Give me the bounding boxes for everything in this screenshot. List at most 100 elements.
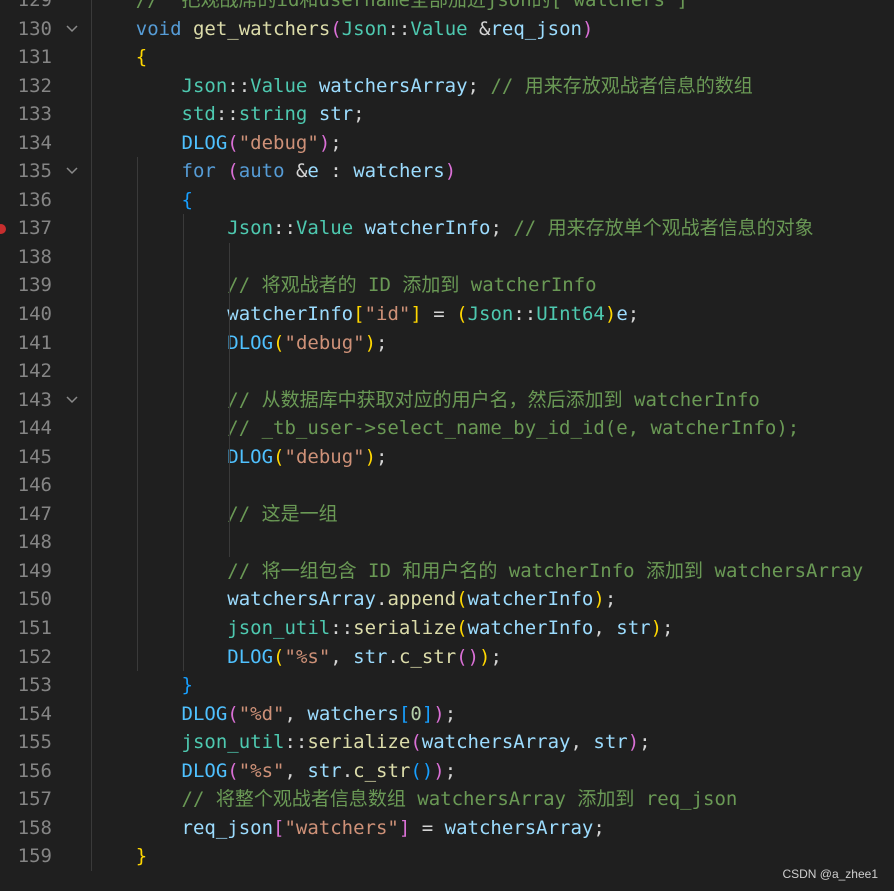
code-token: str bbox=[318, 103, 354, 126]
code-line[interactable]: 131 { bbox=[0, 43, 894, 72]
code-token: ) bbox=[433, 702, 445, 725]
code-token: "debug" bbox=[238, 131, 319, 154]
code-token: ] bbox=[398, 816, 411, 839]
code-line[interactable]: 158 req_json["watchers"] = watchersArray… bbox=[0, 814, 894, 843]
code-token: :: bbox=[387, 17, 411, 40]
code-text: } bbox=[90, 671, 193, 700]
code-token: Value bbox=[295, 217, 354, 240]
code-text: for (auto &e : watchers) bbox=[90, 157, 457, 186]
code-token: ; bbox=[376, 331, 388, 354]
code-token: ] bbox=[421, 702, 434, 725]
code-line[interactable]: 148 bbox=[0, 528, 894, 557]
code-editor[interactable]: 129 // 把观战席的id和username全部加进json的["watche… bbox=[0, 0, 894, 871]
chevron-down-icon[interactable] bbox=[62, 15, 82, 43]
code-text: DLOG("debug"); bbox=[90, 329, 387, 358]
code-line[interactable]: 129 // 把观战席的id和username全部加进json的["watche… bbox=[0, 0, 894, 15]
code-line[interactable]: 132 Json::Value watchersArray; // 用来存放观战… bbox=[0, 72, 894, 101]
code-line[interactable]: 130 void get_watchers(Json::Value &req_j… bbox=[0, 15, 894, 44]
code-line[interactable]: 152 DLOG("%s", str.c_str()); bbox=[0, 643, 894, 672]
code-line[interactable]: 157 // 将整个观战者信息数组 watchersArray 添加到 req_… bbox=[0, 785, 894, 814]
code-token: "watchers" bbox=[284, 816, 399, 839]
code-line[interactable]: 146 bbox=[0, 471, 894, 500]
code-line[interactable]: 159 } bbox=[0, 842, 894, 871]
code-token: // 将一组包含 ID 和用户名的 watcherInfo 添加到 watche… bbox=[227, 559, 864, 582]
code-line[interactable]: 151 json_util::serialize(watcherInfo, st… bbox=[0, 614, 894, 643]
code-token: DLOG bbox=[181, 759, 228, 782]
code-line[interactable]: 143 // 从数据库中获取对应的用户名，然后添加到 watcherInfo bbox=[0, 386, 894, 415]
line-number: 154 bbox=[17, 702, 52, 725]
code-line[interactable]: 137 Json::Value watcherInfo; // 用来存放单个观战… bbox=[0, 214, 894, 243]
code-line[interactable]: 150 watchersArray.append(watcherInfo); bbox=[0, 585, 894, 614]
code-text: } bbox=[90, 842, 147, 871]
line-number: 132 bbox=[17, 74, 52, 97]
code-line[interactable]: 145 DLOG("debug"); bbox=[0, 443, 894, 472]
chevron-down-icon[interactable] bbox=[62, 157, 82, 185]
code-token: Value bbox=[410, 17, 468, 40]
line-number: 145 bbox=[17, 445, 52, 468]
code-line[interactable]: 140 watcherInfo["id"] = (Json::UInt64)e; bbox=[0, 300, 894, 329]
code-token: c_str bbox=[353, 759, 411, 782]
line-number: 138 bbox=[17, 245, 52, 268]
line-number: 158 bbox=[17, 816, 52, 839]
line-number: 153 bbox=[17, 674, 52, 697]
code-text: DLOG("%s", str.c_str()); bbox=[90, 757, 457, 786]
code-line[interactable]: 155 json_util::serialize(watchersArray, … bbox=[0, 728, 894, 757]
code-token: & bbox=[284, 160, 308, 183]
code-line[interactable]: 133 std::string str; bbox=[0, 100, 894, 129]
code-line[interactable]: 139 // 将观战者的 ID 添加到 watcherInfo bbox=[0, 271, 894, 300]
code-line[interactable]: 144 // _tb_user->select_name_by_id_id(e,… bbox=[0, 414, 894, 443]
code-line[interactable]: 149 // 将一组包含 ID 和用户名的 watcherInfo 添加到 wa… bbox=[0, 557, 894, 586]
code-token: Json bbox=[467, 303, 514, 326]
code-token: [ bbox=[398, 702, 411, 725]
code-token: ( bbox=[227, 131, 239, 154]
code-token: ( bbox=[410, 759, 422, 782]
code-token: ( bbox=[227, 759, 239, 782]
code-token: ; bbox=[467, 74, 491, 97]
code-text: json_util::serialize(watcherInfo, str); bbox=[90, 614, 673, 643]
code-token: , bbox=[593, 617, 617, 640]
line-number: 142 bbox=[17, 360, 52, 383]
code-token: get_watchers bbox=[192, 17, 331, 40]
code-line[interactable]: 147 // 这是一组 bbox=[0, 500, 894, 529]
code-line[interactable]: 135 for (auto &e : watchers) bbox=[0, 157, 894, 186]
code-token: DLOG bbox=[227, 331, 274, 354]
line-number: 140 bbox=[17, 303, 52, 326]
code-token: [ bbox=[273, 816, 285, 839]
line-number: 130 bbox=[17, 17, 52, 40]
code-line[interactable]: 134 DLOG("debug"); bbox=[0, 129, 894, 158]
code-token: :: bbox=[227, 74, 251, 97]
code-token: ( bbox=[273, 445, 285, 468]
code-token: [ bbox=[353, 303, 365, 326]
code-token: ( bbox=[330, 17, 342, 40]
code-line[interactable]: 142 bbox=[0, 357, 894, 386]
code-token: DLOG bbox=[181, 702, 228, 725]
code-line[interactable]: 153 } bbox=[0, 671, 894, 700]
line-number: 146 bbox=[17, 474, 52, 497]
line-number: 143 bbox=[17, 388, 52, 411]
code-line[interactable]: 154 DLOG("%d", watchers[0]); bbox=[0, 700, 894, 729]
code-token: ) bbox=[467, 645, 480, 668]
line-number: 157 bbox=[17, 788, 52, 811]
code-line[interactable]: 136 { bbox=[0, 186, 894, 215]
code-token: UInt64 bbox=[536, 303, 605, 326]
watermark: CSDN @a_zhee1 bbox=[782, 867, 878, 881]
code-token: ( bbox=[227, 702, 239, 725]
code-token: void bbox=[135, 17, 182, 40]
chevron-down-icon[interactable] bbox=[62, 386, 82, 414]
code-line[interactable]: 156 DLOG("%s", str.c_str()); bbox=[0, 757, 894, 786]
line-number: 133 bbox=[17, 103, 52, 126]
code-token: ; bbox=[353, 103, 365, 126]
line-number: 136 bbox=[17, 188, 52, 211]
code-token: c_str bbox=[398, 645, 457, 668]
code-line[interactable]: 138 bbox=[0, 243, 894, 272]
line-number: 159 bbox=[17, 845, 52, 868]
code-token: ; bbox=[444, 759, 457, 782]
code-line[interactable]: 141 DLOG("debug"); bbox=[0, 329, 894, 358]
